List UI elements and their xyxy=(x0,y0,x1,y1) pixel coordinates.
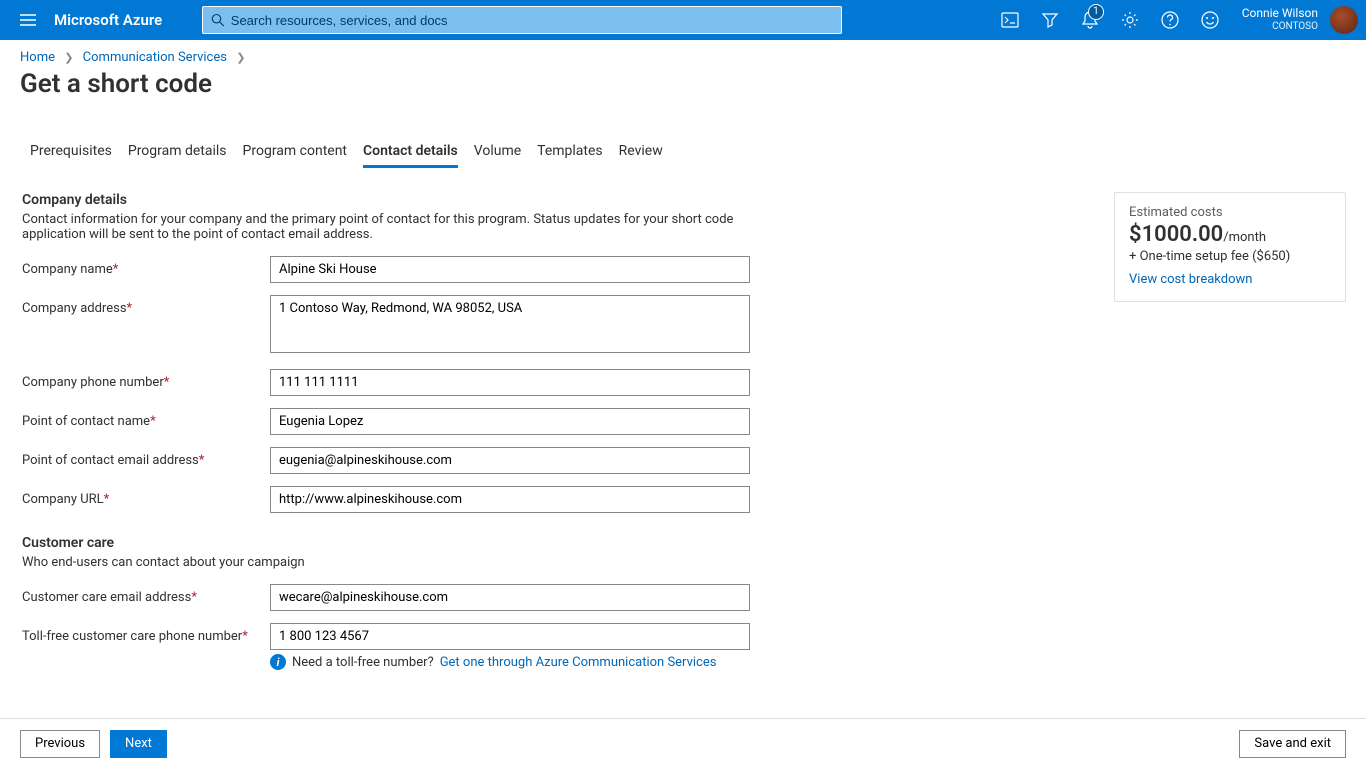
company-section-desc: Contact information for your company and… xyxy=(22,212,782,242)
feedback-icon[interactable] xyxy=(1190,0,1230,40)
previous-button[interactable]: Previous xyxy=(20,730,100,758)
company-phone-input[interactable] xyxy=(270,369,750,396)
tab-contact-details[interactable]: Contact details xyxy=(363,137,458,168)
tab-review[interactable]: Review xyxy=(619,137,663,168)
avatar[interactable] xyxy=(1330,6,1358,34)
page-title: Get a short code xyxy=(0,65,1366,113)
user-name: Connie Wilson xyxy=(1242,6,1318,20)
poc-email-label: Point of contact email address xyxy=(22,453,199,468)
info-icon: i xyxy=(270,654,286,670)
care-email-input[interactable] xyxy=(270,584,750,611)
directory-filter-icon[interactable] xyxy=(1030,0,1070,40)
company-name-input[interactable] xyxy=(270,256,750,283)
cost-setup: + One-time setup fee ($650) xyxy=(1129,249,1331,264)
helper-link[interactable]: Get one through Azure Communication Serv… xyxy=(440,655,717,670)
tab-program-details[interactable]: Program details xyxy=(128,137,227,168)
tab-volume[interactable]: Volume xyxy=(474,137,521,168)
notification-badge: 1 xyxy=(1088,4,1104,20)
chevron-right-icon: ❯ xyxy=(236,51,245,64)
cost-breakdown-link[interactable]: View cost breakdown xyxy=(1129,272,1331,287)
global-search[interactable] xyxy=(202,6,842,34)
user-info[interactable]: Connie Wilson CONTOSO xyxy=(1242,6,1318,34)
poc-email-input[interactable] xyxy=(270,447,750,474)
care-phone-label: Toll-free customer care phone number xyxy=(22,629,242,644)
poc-name-label: Point of contact name xyxy=(22,414,150,429)
tenant-name: CONTOSO xyxy=(1272,20,1318,34)
cloud-shell-icon[interactable] xyxy=(990,0,1030,40)
company-url-input[interactable] xyxy=(270,486,750,513)
breadcrumb: Home ❯ Communication Services ❯ xyxy=(0,40,1366,65)
helper-text: Need a toll-free number? xyxy=(292,655,434,670)
company-address-label: Company address xyxy=(22,301,127,316)
cost-period: /month xyxy=(1223,230,1266,245)
cost-amount: $1000.00 xyxy=(1129,222,1223,247)
company-name-label: Company name xyxy=(22,262,113,277)
chevron-right-icon: ❯ xyxy=(64,51,73,64)
tab-program-content[interactable]: Program content xyxy=(243,137,347,168)
care-section-desc: Who end-users can contact about your cam… xyxy=(22,555,782,570)
cost-title: Estimated costs xyxy=(1129,205,1331,220)
care-section-title: Customer care xyxy=(22,535,1344,551)
help-icon[interactable] xyxy=(1150,0,1190,40)
breadcrumb-service[interactable]: Communication Services xyxy=(83,50,227,65)
company-phone-label: Company phone number xyxy=(22,375,164,390)
cost-card: Estimated costs $1000.00/month + One-tim… xyxy=(1114,192,1346,302)
search-icon xyxy=(211,13,225,27)
notifications-icon[interactable]: 1 xyxy=(1070,0,1110,40)
tab-templates[interactable]: Templates xyxy=(537,137,603,168)
next-button[interactable]: Next xyxy=(110,730,167,758)
save-exit-button[interactable]: Save and exit xyxy=(1239,730,1346,758)
tab-prerequisites[interactable]: Prerequisites xyxy=(30,137,112,168)
search-input[interactable] xyxy=(231,13,841,28)
company-url-label: Company URL xyxy=(22,492,104,507)
care-phone-input[interactable] xyxy=(270,623,750,650)
poc-name-input[interactable] xyxy=(270,408,750,435)
footer: Previous Next Save and exit xyxy=(0,718,1366,768)
top-bar: Microsoft Azure 1 Connie Wilson CONTOSO xyxy=(0,0,1366,40)
breadcrumb-home[interactable]: Home xyxy=(20,50,55,65)
care-email-label: Customer care email address xyxy=(22,590,191,605)
brand-label: Microsoft Azure xyxy=(54,11,162,29)
settings-icon[interactable] xyxy=(1110,0,1150,40)
menu-icon[interactable] xyxy=(8,0,48,40)
company-address-input[interactable] xyxy=(270,295,750,353)
tabs: Prerequisites Program details Program co… xyxy=(0,137,1366,168)
